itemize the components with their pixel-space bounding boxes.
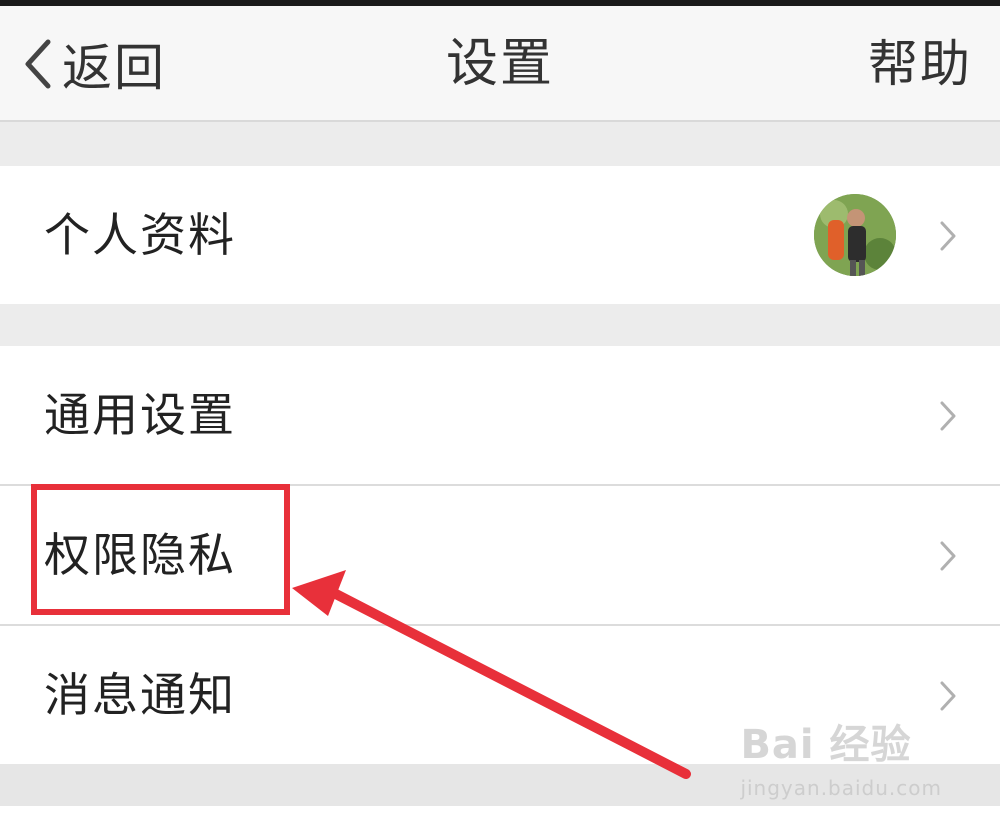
annotation-arrow-icon	[292, 570, 691, 779]
watermark-brand: Bai 经验	[740, 722, 912, 768]
watermark: Bai 经验 jingyan.baidu.com	[740, 712, 942, 800]
watermark-url: jingyan.baidu.com	[740, 776, 942, 800]
